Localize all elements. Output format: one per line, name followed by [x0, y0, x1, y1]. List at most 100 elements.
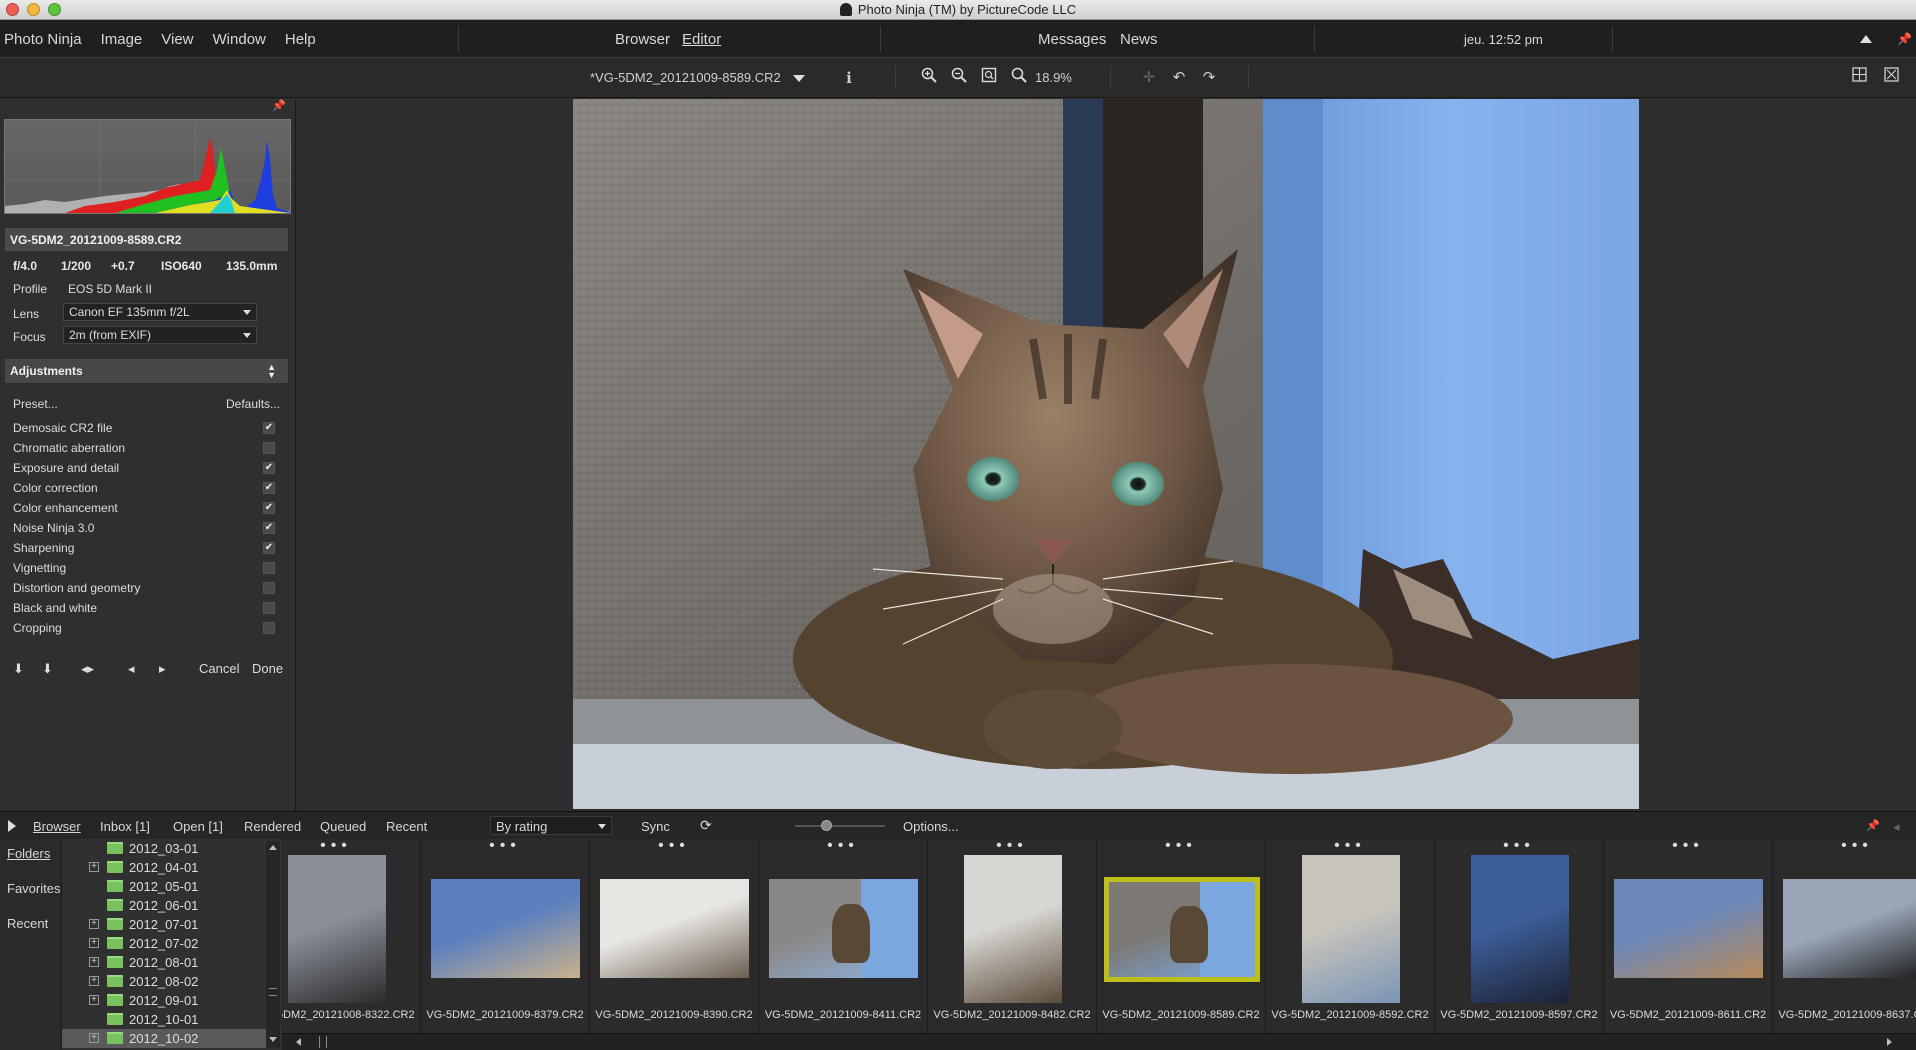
folder-item[interactable]: 2012_10-01	[62, 1010, 267, 1029]
sync-button[interactable]: Sync	[641, 819, 670, 834]
file-dropdown-icon[interactable]	[793, 75, 805, 82]
thumbnail[interactable]: ••• VG-5DM2_20121009-8592.CR2	[1266, 839, 1435, 1033]
refresh-icon[interactable]: ⟳	[700, 817, 712, 834]
expand-icon[interactable]: +	[89, 995, 99, 1005]
adjustment-checkbox[interactable]: ✔	[263, 502, 275, 514]
sort-arrows-icon[interactable]: ▲ ▼	[267, 363, 276, 380]
tab-browser-strip[interactable]: Browser	[33, 819, 81, 834]
done-button[interactable]: Done	[252, 661, 283, 676]
info-icon[interactable]: i	[838, 67, 860, 89]
tab-rendered[interactable]: Rendered	[244, 819, 301, 834]
adjustment-checkbox[interactable]: ✔	[263, 542, 275, 554]
menu-help[interactable]: Help	[285, 31, 316, 48]
tab-queued[interactable]: Queued	[320, 819, 366, 834]
split-view-icon[interactable]	[1848, 67, 1870, 89]
thumbnail-image[interactable]	[1302, 855, 1400, 1003]
thumbnail[interactable]: ••• VG-5DM2_20121009-8379.CR2	[421, 839, 590, 1033]
preset-button[interactable]: Preset...	[13, 397, 58, 411]
messages-link[interactable]: Messages	[1038, 31, 1106, 48]
scroll-grip[interactable]	[269, 988, 277, 996]
thumbnail-image[interactable]	[288, 855, 386, 1003]
fit-to-window-icon[interactable]	[978, 67, 1000, 89]
adjustment-checkbox[interactable]: ✔	[263, 462, 275, 474]
thumbnail[interactable]: ••• VG-5DM2_20121009-8589.CR2	[1097, 839, 1266, 1033]
folder-scrollbar[interactable]	[266, 841, 280, 1048]
adjustment-item[interactable]: Distortion and geometry	[13, 581, 278, 597]
adjustment-checkbox[interactable]: ✔	[263, 482, 275, 494]
adjustment-checkbox[interactable]: ✔	[263, 422, 275, 434]
pin-icon[interactable]: 📌	[1897, 32, 1912, 46]
adjustment-checkbox[interactable]	[263, 562, 275, 574]
folder-item[interactable]: 2012_05-01	[62, 877, 267, 896]
expand-icon[interactable]: +	[89, 1033, 99, 1043]
scroll-grip[interactable]	[319, 1036, 327, 1048]
image-canvas[interactable]	[297, 99, 1916, 811]
thumbnail-image[interactable]	[1471, 855, 1569, 1003]
expand-icon[interactable]: +	[89, 976, 99, 986]
adjustment-item[interactable]: Vignetting	[13, 561, 278, 577]
adjustments-header[interactable]: Adjustments ▲ ▼	[5, 359, 288, 383]
thumbnail[interactable]: ••• VG-5DM2_20121009-8482.CR2	[928, 839, 1097, 1033]
thumbnail[interactable]: ••• VG-5DM2_20121009-8597.CR2	[1435, 839, 1604, 1033]
thumbnail-image[interactable]	[1104, 877, 1260, 982]
expand-icon[interactable]: +	[89, 957, 99, 967]
apply-down-icon[interactable]: ⬇	[13, 661, 24, 677]
thumbnail[interactable]: ••• VG-5DM2_20121009-8411.CR2	[759, 839, 928, 1033]
adjustment-item[interactable]: Noise Ninja 3.0 ✔	[13, 521, 278, 537]
thumbnail-image[interactable]	[1783, 879, 1916, 978]
thumbnail[interactable]: ••• VG-5DM2_20121008-8322.CR2	[282, 839, 421, 1033]
zoom-out-icon[interactable]	[948, 67, 970, 89]
tab-open[interactable]: Open [1]	[173, 819, 223, 834]
tab-browser[interactable]: Browser	[615, 31, 670, 48]
main-photo[interactable]	[573, 99, 1639, 809]
rating-dots[interactable]: •••	[1266, 839, 1434, 854]
adjustment-checkbox[interactable]	[263, 622, 275, 634]
rating-dots[interactable]: •••	[1773, 839, 1916, 854]
expand-icon[interactable]: +	[89, 862, 99, 872]
tab-folders[interactable]: Folders	[7, 846, 50, 861]
rating-dots[interactable]: •••	[1097, 839, 1265, 854]
tab-favorites[interactable]: Favorites	[7, 881, 60, 896]
sort-select[interactable]: By rating	[490, 816, 612, 835]
compare-icon[interactable]: ◂▸	[81, 661, 94, 677]
rating-dots[interactable]: •••	[1435, 839, 1603, 854]
rotate-left-icon[interactable]: ↶	[1168, 67, 1190, 89]
next-icon[interactable]: ▸	[159, 661, 166, 677]
rating-dots[interactable]: •••	[759, 839, 927, 854]
folder-item[interactable]: 2012_03-01	[62, 839, 267, 858]
menu-window[interactable]: Window	[213, 31, 266, 48]
cancel-button[interactable]: Cancel	[199, 661, 239, 676]
adjustment-item[interactable]: Exposure and detail ✔	[13, 461, 278, 477]
scroll-left-icon[interactable]	[296, 1038, 301, 1046]
expand-browser-icon[interactable]	[8, 820, 16, 832]
adjustment-checkbox[interactable]	[263, 602, 275, 614]
zoom-level-icon[interactable]	[1008, 67, 1030, 89]
menu-photo-ninja[interactable]: Photo Ninja	[4, 31, 82, 48]
menu-image[interactable]: Image	[101, 31, 143, 48]
folder-item[interactable]: +2012_09-01	[62, 991, 267, 1010]
folder-item[interactable]: +2012_08-02	[62, 972, 267, 991]
rating-dots[interactable]: •••	[590, 839, 758, 854]
tab-recent-folders[interactable]: Recent	[7, 916, 48, 931]
previous-icon[interactable]: ◂	[128, 661, 135, 677]
adjustment-checkbox[interactable]	[263, 582, 275, 594]
tab-inbox[interactable]: Inbox [1]	[100, 819, 150, 834]
thumbnail[interactable]: ••• VG-5DM2_20121009-8637.CR2	[1773, 839, 1916, 1033]
tab-editor[interactable]: Editor	[682, 31, 721, 48]
adjustment-item[interactable]: Color enhancement ✔	[13, 501, 278, 517]
collapse-up-icon[interactable]	[1860, 35, 1872, 43]
scroll-right-icon[interactable]	[1887, 1038, 1892, 1046]
slider-handle[interactable]	[821, 820, 832, 831]
adjustment-item[interactable]: Sharpening ✔	[13, 541, 278, 557]
menu-view[interactable]: View	[161, 31, 193, 48]
lens-select[interactable]: Canon EF 135mm f/2L	[63, 303, 257, 321]
rotate-right-icon[interactable]: ↷	[1198, 67, 1220, 89]
rating-dots[interactable]: •••	[421, 839, 589, 854]
focus-select[interactable]: 2m (from EXIF)	[63, 326, 257, 344]
folder-item[interactable]: +2012_08-01	[62, 953, 267, 972]
adjustment-item[interactable]: Chromatic aberration	[13, 441, 278, 457]
crosshair-icon[interactable]: ✛	[1138, 67, 1160, 89]
adjustment-checkbox[interactable]	[263, 442, 275, 454]
folder-item[interactable]: +2012_07-02	[62, 934, 267, 953]
rating-dots[interactable]: •••	[928, 839, 1096, 854]
